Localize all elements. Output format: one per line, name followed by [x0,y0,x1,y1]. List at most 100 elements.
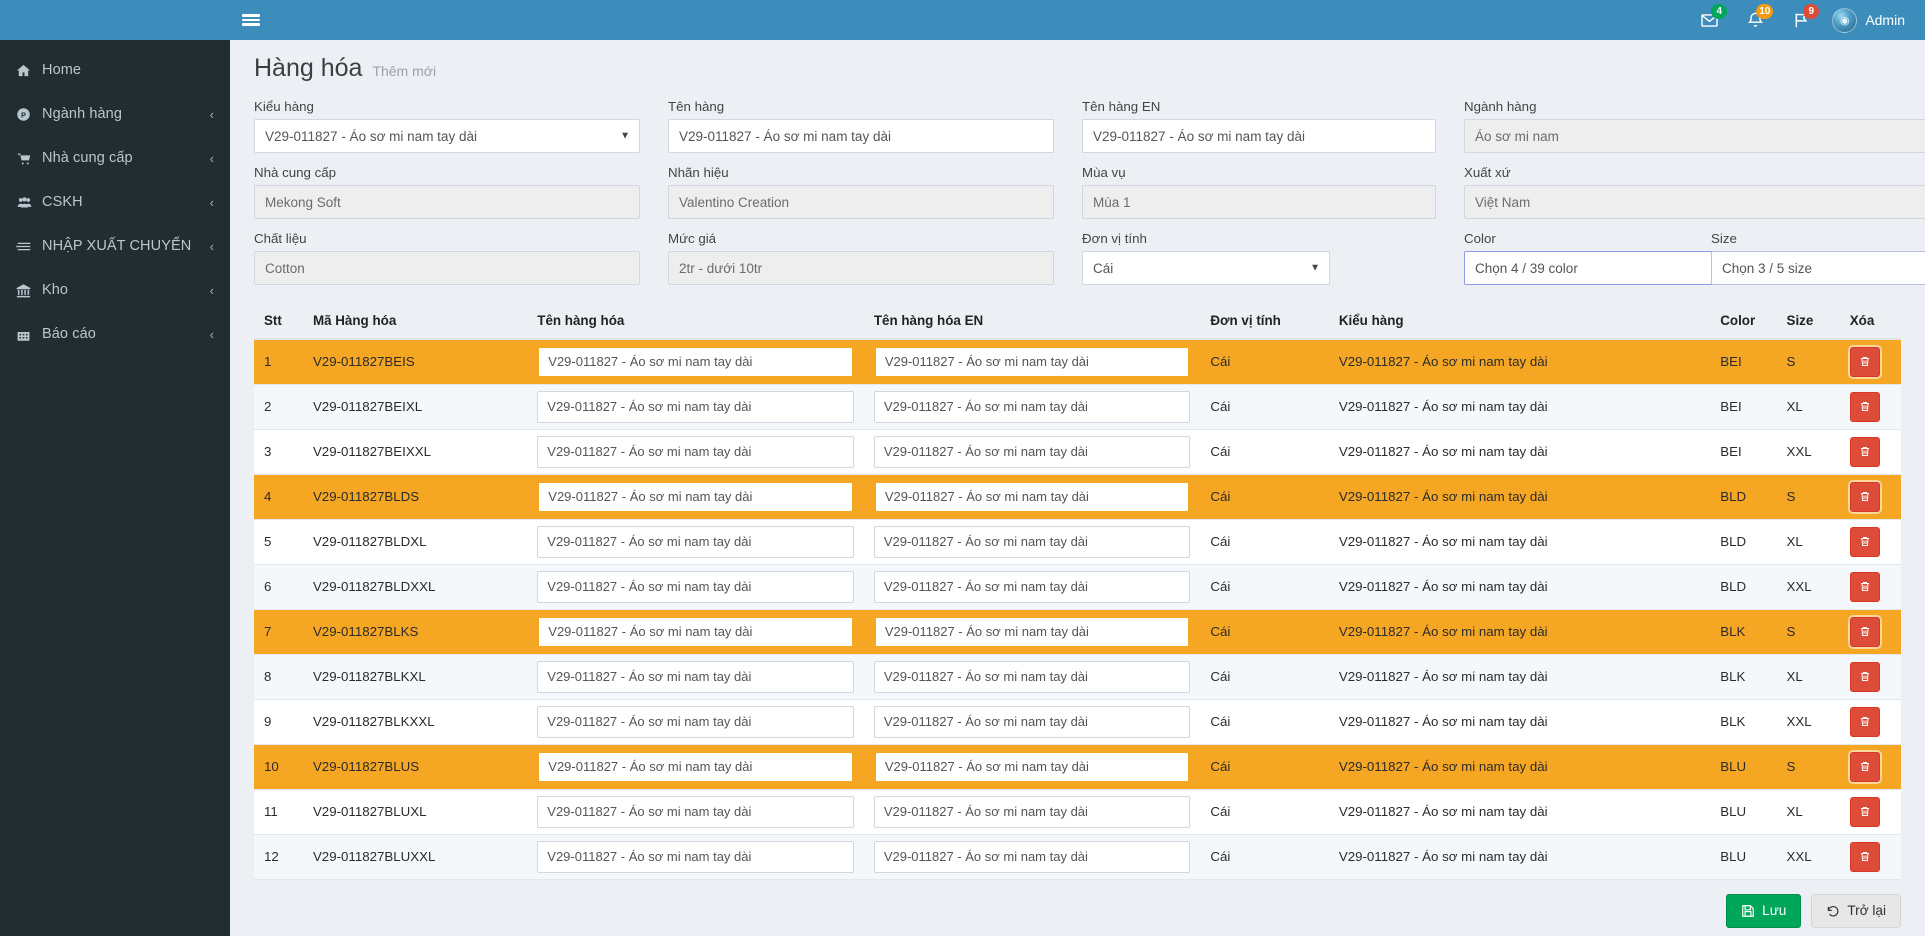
sidebar-item-home[interactable]: Home [0,48,230,92]
row-name-input[interactable]: V29-011827 - Áo sơ mi nam tay dài [537,750,854,783]
table-header-row: Stt Mã Hàng hóa Tên hàng hóa Tên hàng hóa E… [254,305,1901,340]
row-name-en-input[interactable]: V29-011827 - Áo sơ mi nam tay dài [873,750,1191,783]
table-row[interactable]: 9 V29-011827BLKXXL V29-011827 - Áo sơ mi n… [254,699,1901,745]
cell-stt: 5 [254,519,303,565]
cell-size: S [1776,339,1840,385]
cell-ten-hang-hoa: V29-011827 - Áo sơ mi nam tay dài [527,654,864,700]
sidebar-item-ngành-hàng[interactable]: P Ngành hàng ‹ [0,92,230,136]
row-name-input[interactable]: V29-011827 - Áo sơ mi nam tay dài [537,840,854,873]
sidebar-item-nhập-xuất-chuyển[interactable]: NHẬP XUẤT CHUYỂN ‹ [0,224,230,268]
row-name-en-input[interactable]: V29-011827 - Áo sơ mi nam tay dài [873,660,1191,693]
field-xuat-xu: Xuất xứ Việt Nam [1464,165,1925,231]
don-vi-tinh-select[interactable]: Cái ▼ [1082,251,1330,285]
row-name-en-input[interactable]: V29-011827 - Áo sơ mi nam tay dài [873,615,1191,648]
report-icon [16,327,42,342]
table-row[interactable]: 7 V29-011827BLKS V29-011827 - Áo sơ mi nam… [254,609,1901,655]
table-row[interactable]: 1 V29-011827BEIS V29-011827 - Áo sơ mi nam… [254,339,1901,385]
delete-row-button[interactable] [1849,841,1880,872]
color-multiselect[interactable]: Chọn 4 / 39 color ▼ [1464,251,1739,285]
hamburger-icon[interactable] [230,0,272,40]
row-name-en-input[interactable]: V29-011827 - Áo sơ mi nam tay dài [873,390,1191,423]
row-name-en-input[interactable]: V29-011827 - Áo sơ mi nam tay dài [873,570,1191,603]
size-value: Chọn 3 / 5 size [1722,260,1813,276]
delete-row-button[interactable] [1849,706,1880,737]
row-name-input[interactable]: V29-011827 - Áo sơ mi nam tay dài [537,390,854,423]
delete-row-button[interactable] [1849,391,1880,422]
floppy-icon [1741,904,1755,918]
delete-row-button[interactable] [1849,346,1880,377]
row-name-input[interactable]: V29-011827 - Áo sơ mi nam tay dài [537,435,854,468]
user-menu[interactable]: ◉ Admin [1824,0,1915,40]
row-name-en-input[interactable]: V29-011827 - Áo sơ mi nam tay dài [873,795,1191,828]
chevron-left-icon: ‹ [209,106,214,122]
row-name-en-input[interactable]: V29-011827 - Áo sơ mi nam tay dài [873,525,1191,558]
table-col-header: Xóa [1839,305,1901,340]
row-name-input[interactable]: V29-011827 - Áo sơ mi nam tay dài [537,795,854,828]
delete-row-button[interactable] [1849,751,1880,782]
cell-stt: 2 [254,384,303,430]
sidebar-item-kho[interactable]: Kho ‹ [0,268,230,312]
cell-ten-hang-hoa: V29-011827 - Áo sơ mi nam tay dài [527,834,864,880]
table-row[interactable]: 4 V29-011827BLDS V29-011827 - Áo sơ mi nam… [254,474,1901,520]
messages-icon[interactable]: 4 [1686,0,1732,40]
avatar: ◉ [1832,7,1858,33]
cell-size: S [1776,609,1840,655]
delete-row-button[interactable] [1849,481,1880,512]
table-col-header: Mã Hàng hóa [302,305,528,340]
muc-gia-input: 2tr - dưới 10tr [668,251,1054,285]
ten-hang-input[interactable]: V29-011827 - Áo sơ mi nam tay dài [668,119,1054,153]
chat-lieu-value: Cotton [265,260,305,276]
trash-icon [1859,760,1871,773]
size-multiselect[interactable]: Chọn 3 / 5 size ▼ [1711,251,1925,285]
delete-row-button[interactable] [1849,796,1880,827]
navbar-right: 4 10 9 ◉ Admin [1686,0,1915,40]
table-row[interactable]: 6 V29-011827BLDXXL V29-011827 - Áo sơ mi n… [254,564,1901,610]
table-row[interactable]: 10 V29-011827BLUS V29-011827 - Áo sơ mi na… [254,744,1901,790]
table-row[interactable]: 5 V29-011827BLDXL V29-011827 - Áo sơ mi na… [254,519,1901,565]
cell-ten-hang-hoa-en: V29-011827 - Áo sơ mi nam tay dài [863,699,1201,745]
table-row[interactable]: 3 V29-011827BEIXXL V29-011827 - Áo sơ mi n… [254,429,1901,475]
field-ten-hang: Tên hàng V29-011827 - Áo sơ mi nam tay d… [668,99,1082,165]
notifications-bell-icon[interactable]: 10 [1732,0,1778,40]
table-row[interactable]: 2 V29-011827BEIXL V29-011827 - Áo sơ mi na… [254,384,1901,430]
table-row[interactable]: 12 V29-011827BLUXXL V29-011827 - Áo sơ mi … [254,834,1901,880]
row-name-en-input[interactable]: V29-011827 - Áo sơ mi nam tay dài [873,435,1191,468]
table-row[interactable]: 8 V29-011827BLKXL V29-011827 - Áo sơ mi na… [254,654,1901,700]
warehouse-icon [16,283,42,298]
row-name-input[interactable]: V29-011827 - Áo sơ mi nam tay dài [537,525,854,558]
back-button[interactable]: Trở lại [1811,893,1901,928]
cell-ma-hang-hoa: V29-011827BLKXL [302,654,528,700]
row-name-en-input[interactable]: V29-011827 - Áo sơ mi nam tay dài [873,345,1191,378]
home-icon [16,63,42,78]
row-name-en-input[interactable]: V29-011827 - Áo sơ mi nam tay dài [873,480,1191,513]
field-ten-hang-en: Tên hàng EN V29-011827 - Áo sơ mi nam ta… [1082,99,1464,165]
row-name-input[interactable]: V29-011827 - Áo sơ mi nam tay dài [537,345,854,378]
row-name-value: V29-011827 - Áo sơ mi nam tay dài [547,534,752,549]
sidebar-item-nhà-cung-cấp[interactable]: Nhà cung cấp ‹ [0,136,230,180]
delete-row-button[interactable] [1849,436,1880,467]
kieu-hang-select[interactable]: V29-011827 - Áo sơ mi nam tay dài ▼ [254,119,640,153]
delete-row-button[interactable] [1849,616,1880,647]
tasks-flag-icon[interactable]: 9 [1778,0,1824,40]
main-area: 4 10 9 ◉ Admin Hàng hóa Thêm mới Kiểu hà… [230,0,1925,936]
table-row[interactable]: 11 V29-011827BLUXL V29-011827 - Áo sơ mi n… [254,789,1901,835]
row-name-input[interactable]: V29-011827 - Áo sơ mi nam tay dài [537,705,854,738]
row-name-input[interactable]: V29-011827 - Áo sơ mi nam tay dài [537,615,854,648]
cell-color: BLK [1710,654,1777,700]
delete-row-button[interactable] [1849,526,1880,557]
sidebar-item-cskh[interactable]: CSKH ‹ [0,180,230,224]
delete-row-button[interactable] [1849,571,1880,602]
row-name-input[interactable]: V29-011827 - Áo sơ mi nam tay dài [537,570,854,603]
cell-xoa [1839,789,1901,835]
nhan-hieu-value: Valentino Creation [679,194,790,210]
row-name-input[interactable]: V29-011827 - Áo sơ mi nam tay dài [537,480,854,513]
save-button[interactable]: Lưu [1726,893,1802,928]
row-name-en-input[interactable]: V29-011827 - Áo sơ mi nam tay dài [873,840,1191,873]
row-name-input[interactable]: V29-011827 - Áo sơ mi nam tay dài [537,660,854,693]
row-name-en-input[interactable]: V29-011827 - Áo sơ mi nam tay dài [873,705,1191,738]
row-name-en-value: V29-011827 - Áo sơ mi nam tay dài [884,624,1089,639]
ten-hang-en-input[interactable]: V29-011827 - Áo sơ mi nam tay dài [1082,119,1436,153]
row-name-en-value: V29-011827 - Áo sơ mi nam tay dài [884,354,1089,370]
sidebar-item-báo-cáo[interactable]: Báo cáo ‹ [0,312,230,356]
delete-row-button[interactable] [1849,661,1880,692]
